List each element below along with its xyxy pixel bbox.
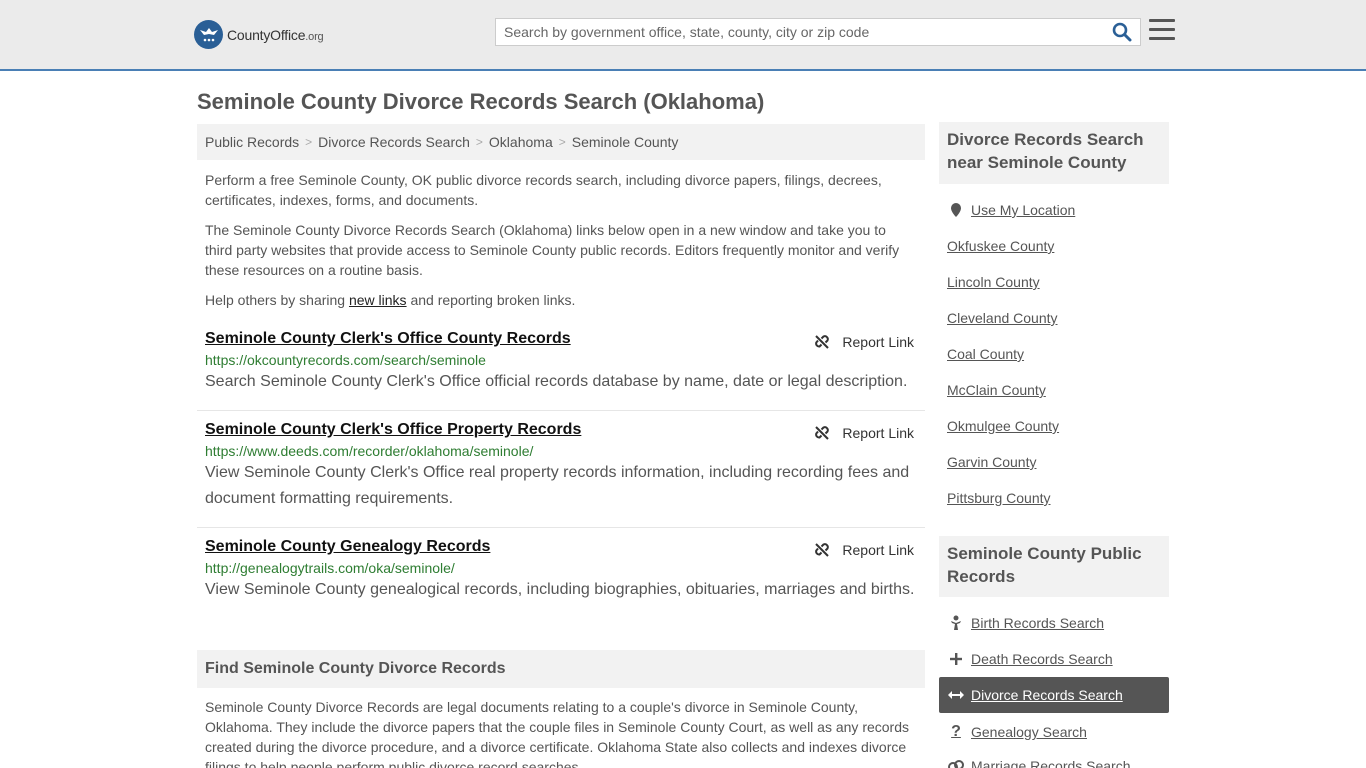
broken-link-icon bbox=[815, 335, 830, 349]
new-links-link[interactable]: new links bbox=[349, 292, 407, 308]
genealogy-search-link[interactable]: ? Genealogy Search bbox=[947, 723, 1087, 741]
record-url: https://www.deeds.com/recorder/oklahoma/… bbox=[205, 443, 534, 459]
site-logo[interactable]: CountyOffice.org bbox=[194, 20, 324, 49]
record-url: http://genealogytrails.com/oka/seminole/ bbox=[205, 560, 455, 576]
record-item: Seminole County Genealogy Records http:/… bbox=[197, 538, 925, 618]
nearby-county-link[interactable]: Cleveland County bbox=[947, 310, 1058, 326]
divorce-records-link-active[interactable]: Divorce Records Search bbox=[947, 687, 1123, 703]
birth-records-link[interactable]: Birth Records Search bbox=[947, 615, 1104, 631]
broken-link-icon bbox=[815, 426, 830, 440]
marriage-records-link[interactable]: Marriage Records Search bbox=[947, 758, 1131, 768]
intro-paragraph-1: Perform a free Seminole County, OK publi… bbox=[205, 172, 882, 208]
breadcrumb-seminole-county[interactable]: Seminole County bbox=[572, 134, 679, 150]
record-item: Seminole County Clerk's Office Property … bbox=[197, 421, 925, 528]
report-link-button[interactable]: Report Link bbox=[814, 425, 914, 441]
page-title: Seminole County Divorce Records Search (… bbox=[197, 89, 765, 114]
public-records-heading: Seminole County Public Records bbox=[939, 536, 1169, 597]
search-input[interactable] bbox=[496, 19, 1106, 45]
logo-wordmark: CountyOffice.org bbox=[227, 26, 324, 43]
arrows-icon bbox=[947, 690, 965, 700]
record-description: Search Seminole County Clerk's Office of… bbox=[205, 373, 908, 390]
search-icon[interactable] bbox=[1112, 22, 1134, 44]
nearby-county-link[interactable]: Garvin County bbox=[947, 454, 1036, 470]
record-item: Seminole County Clerk's Office County Re… bbox=[197, 330, 925, 411]
breadcrumb-divorce-records[interactable]: Divorce Records Search bbox=[318, 134, 470, 150]
use-my-location-link[interactable]: Use My Location bbox=[947, 202, 1075, 218]
eagle-logo-icon bbox=[194, 20, 223, 49]
nearby-county-link[interactable]: Okfuskee County bbox=[947, 238, 1054, 254]
death-records-link[interactable]: Death Records Search bbox=[947, 651, 1113, 667]
nearby-county-link[interactable]: Lincoln County bbox=[947, 274, 1040, 290]
find-records-text: Seminole County Divorce Records are lega… bbox=[205, 699, 909, 768]
nearby-county-link[interactable]: Pittsburg County bbox=[947, 490, 1051, 506]
nearby-heading: Divorce Records Search near Seminole Cou… bbox=[939, 122, 1169, 184]
cross-icon bbox=[947, 653, 965, 665]
question-icon: ? bbox=[951, 723, 961, 740]
rings-icon bbox=[947, 760, 965, 768]
record-description: View Seminole County Clerk's Office real… bbox=[205, 464, 910, 507]
breadcrumb-oklahoma[interactable]: Oklahoma bbox=[489, 134, 553, 150]
chevron-right-icon: > bbox=[305, 135, 313, 149]
site-header: CountyOffice.org bbox=[0, 0, 1366, 71]
report-link-button[interactable]: Report Link bbox=[814, 542, 914, 558]
breadcrumb-public-records[interactable]: Public Records bbox=[205, 134, 299, 150]
chevron-right-icon: > bbox=[475, 135, 483, 149]
record-url: https://okcountyrecords.com/search/semin… bbox=[205, 352, 486, 368]
breadcrumb: Public Records > Divorce Records Search … bbox=[197, 124, 925, 160]
nearby-county-link[interactable]: McClain County bbox=[947, 382, 1046, 398]
search-box bbox=[495, 18, 1141, 46]
map-pin-icon bbox=[947, 203, 965, 217]
nearby-county-link[interactable]: Okmulgee County bbox=[947, 418, 1059, 434]
record-description: View Seminole County genealogical record… bbox=[205, 581, 915, 598]
broken-link-icon bbox=[815, 543, 830, 557]
intro-paragraph-2: The Seminole County Divorce Records Sear… bbox=[205, 222, 900, 278]
find-records-heading: Find Seminole County Divorce Records bbox=[197, 650, 925, 688]
hamburger-menu-icon[interactable] bbox=[1149, 19, 1175, 43]
baby-icon bbox=[947, 615, 965, 631]
intro-paragraph-3: Help others by sharing new links and rep… bbox=[205, 292, 576, 308]
chevron-right-icon: > bbox=[558, 135, 566, 149]
report-link-button[interactable]: Report Link bbox=[814, 334, 914, 350]
nearby-county-link[interactable]: Coal County bbox=[947, 346, 1024, 362]
